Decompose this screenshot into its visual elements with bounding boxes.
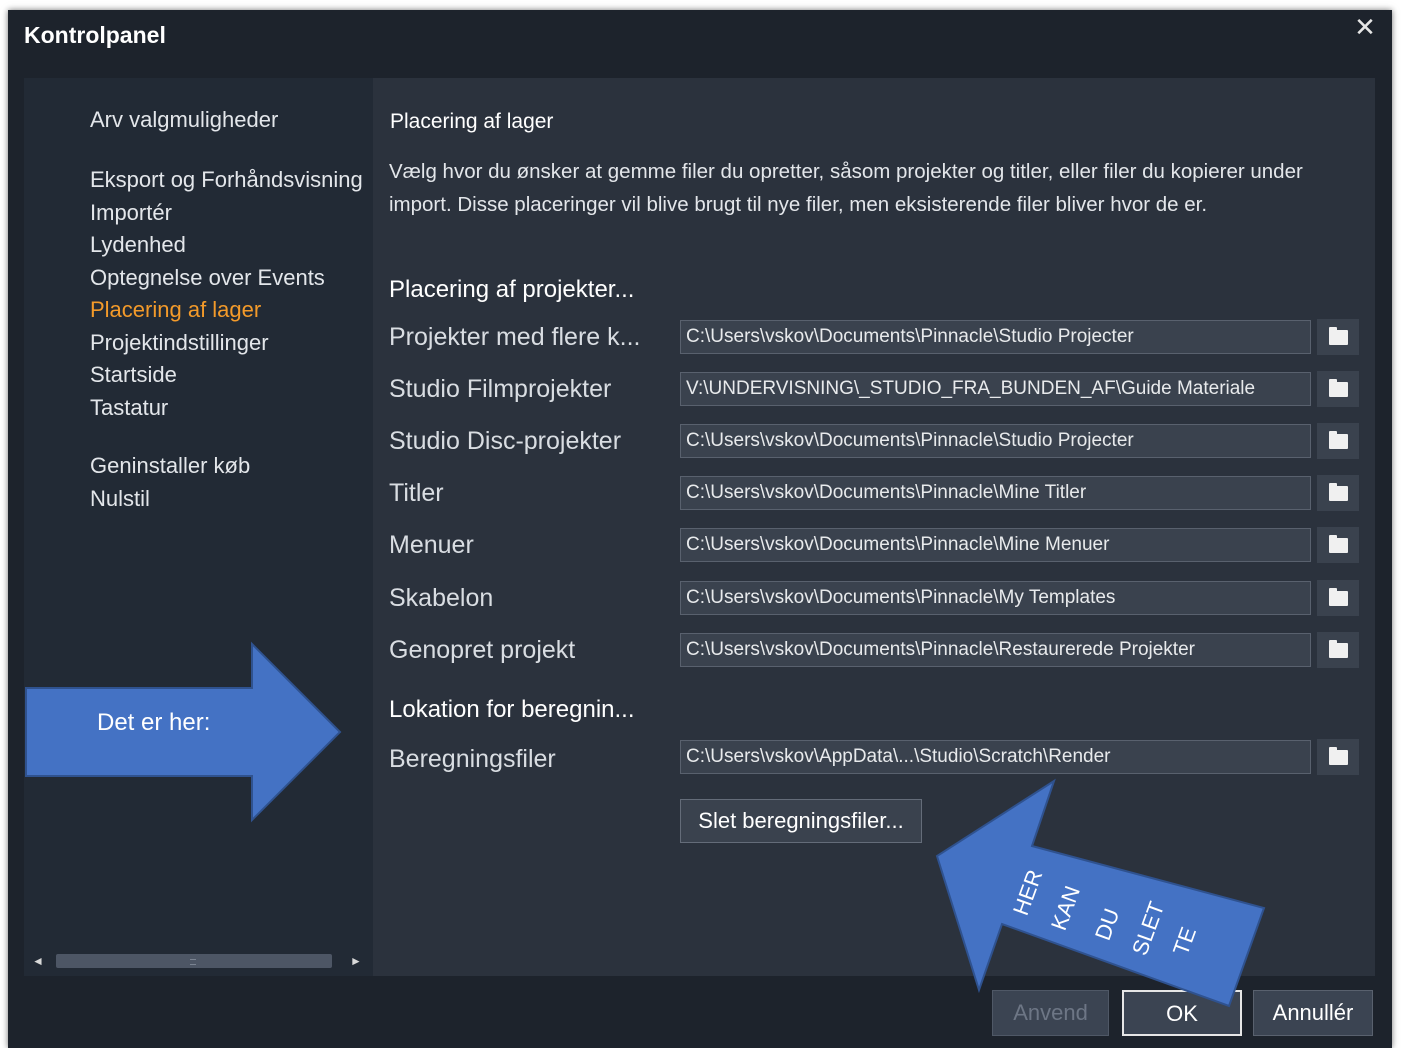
arrow-right-label: Det er her: [97,709,211,736]
arrow-diagonal-shape [935,778,1266,1008]
annotation-overlay [25,641,1266,1008]
